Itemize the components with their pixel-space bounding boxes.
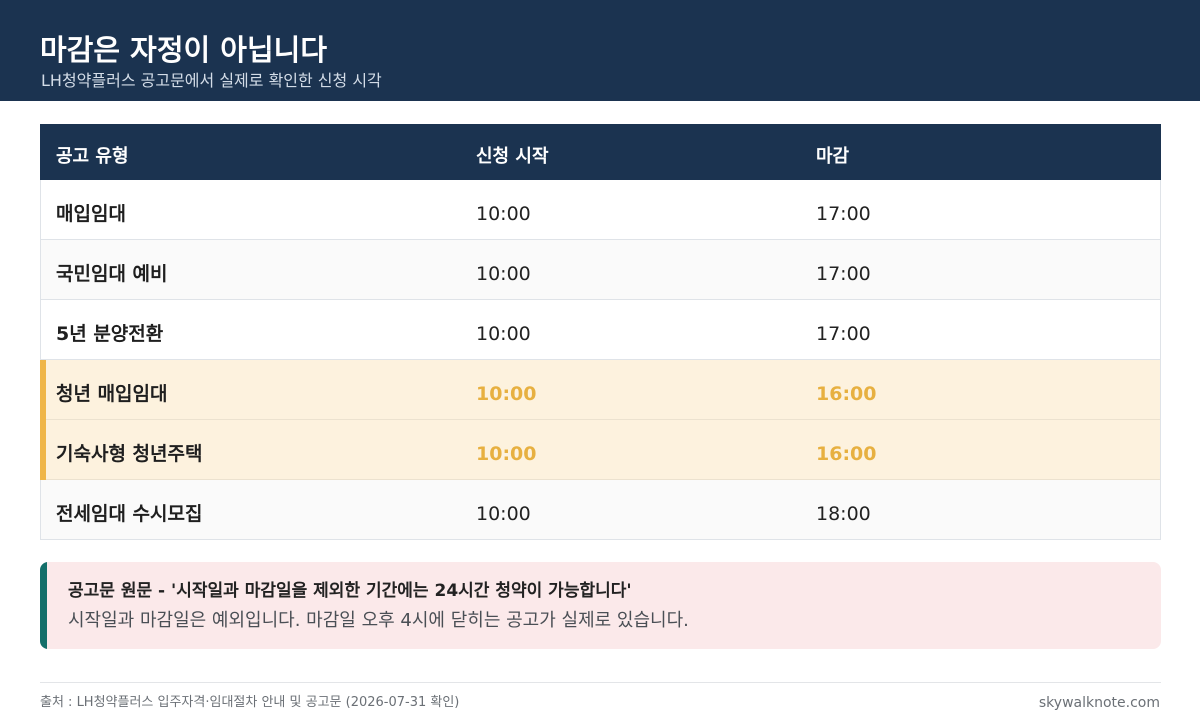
row-type: 기숙사형 청년주택 bbox=[56, 443, 203, 465]
row-end-time: 16:00 bbox=[816, 443, 877, 465]
row-start-time: 10:00 bbox=[476, 323, 531, 345]
row-type: 매입임대 bbox=[56, 203, 126, 225]
footer-site: skywalknote.com bbox=[1038, 695, 1160, 711]
row-type: 5년 분양전환 bbox=[56, 323, 164, 345]
row-type: 전세임대 수시모집 bbox=[56, 503, 203, 525]
row-start-time: 10:00 bbox=[476, 263, 531, 285]
notice-accent-bar bbox=[40, 562, 47, 649]
notice-body: 시작일과 마감일은 예외입니다. 마감일 오후 4시에 닫히는 공고가 실제로 … bbox=[68, 610, 689, 631]
table-row-highlighted: 기숙사형 청년주택 10:00 16:00 bbox=[40, 420, 1160, 480]
page-title: 마감은 자정이 아닙니다 bbox=[40, 33, 327, 67]
table-header: 공고 유형 신청 시작 마감 bbox=[40, 124, 1161, 180]
schedule-table: 공고 유형 신청 시작 마감 매입임대 10:00 17:00 국민임대 예비 … bbox=[40, 124, 1161, 540]
table-row: 매입임대 10:00 17:00 bbox=[41, 180, 1160, 240]
row-start-time: 10:00 bbox=[476, 383, 537, 405]
table-row: 5년 분양전환 10:00 17:00 bbox=[41, 300, 1160, 360]
row-start-time: 10:00 bbox=[476, 443, 537, 465]
row-end-time: 16:00 bbox=[816, 383, 877, 405]
page-header: 마감은 자정이 아닙니다 LH청약플러스 공고문에서 실제로 확인한 신청 시각 bbox=[0, 0, 1200, 101]
table-row-highlighted: 청년 매입임대 10:00 16:00 bbox=[40, 360, 1160, 420]
row-start-time: 10:00 bbox=[476, 203, 531, 225]
row-end-time: 17:00 bbox=[816, 263, 871, 285]
row-type: 국민임대 예비 bbox=[56, 263, 168, 285]
notice-title: 공고문 원문 - '시작일과 마감일을 제외한 기간에는 24시간 청약이 가능… bbox=[68, 581, 632, 601]
page-subtitle: LH청약플러스 공고문에서 실제로 확인한 신청 시각 bbox=[41, 71, 382, 90]
notice-callout: 공고문 원문 - '시작일과 마감일을 제외한 기간에는 24시간 청약이 가능… bbox=[40, 562, 1161, 649]
table-row: 전세임대 수시모집 10:00 18:00 bbox=[41, 480, 1160, 540]
row-start-time: 10:00 bbox=[476, 503, 531, 525]
row-end-time: 17:00 bbox=[816, 323, 871, 345]
table-row: 국민임대 예비 10:00 17:00 bbox=[41, 240, 1160, 300]
footer-source: 출처 : LH청약플러스 입주자격·임대절차 안내 및 공고문 (2026-07… bbox=[40, 695, 460, 710]
row-end-time: 18:00 bbox=[816, 503, 871, 525]
footer-divider bbox=[40, 682, 1161, 683]
row-end-time: 17:00 bbox=[816, 203, 871, 225]
row-type: 청년 매입임대 bbox=[56, 383, 168, 405]
table-body: 매입임대 10:00 17:00 국민임대 예비 10:00 17:00 5년 … bbox=[40, 180, 1161, 540]
